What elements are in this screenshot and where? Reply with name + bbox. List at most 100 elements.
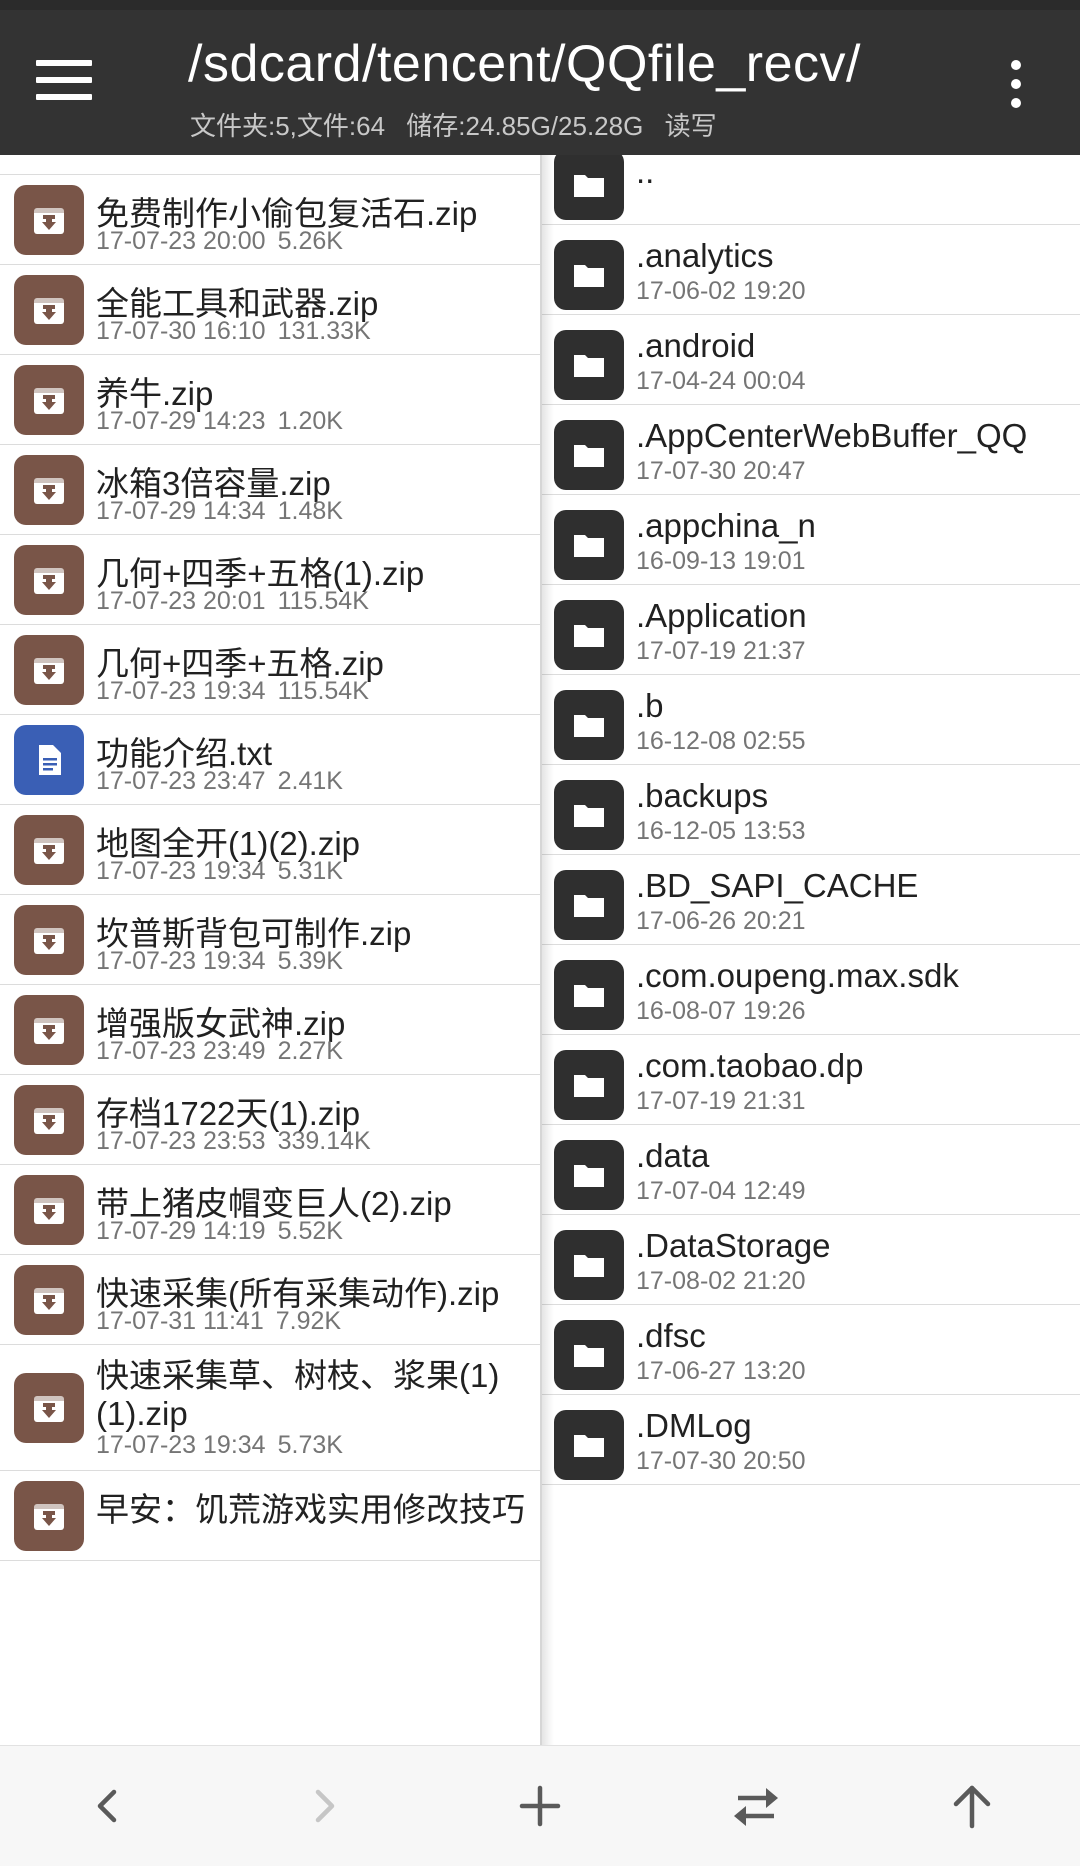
zip-archive-icon xyxy=(14,1481,84,1551)
file-row[interactable]: 存档1722天(1).zip 17-07-23 23:53 339.14K xyxy=(0,1075,540,1165)
zip-archive-icon xyxy=(14,995,84,1065)
zip-archive-icon xyxy=(14,635,84,705)
right-file-pane[interactable]: .. .analytics 17-06-02 19:20 .android 17-04-… xyxy=(542,155,1080,1745)
file-date: 17-07-23 19:34 xyxy=(96,857,266,885)
file-date: 17-07-23 23:49 xyxy=(96,1037,266,1065)
file-row[interactable]: 几何+四季+五格(1).zip 17-07-23 20:01 115.54K xyxy=(0,535,540,625)
folder-row[interactable]: .data 17-07-04 12:49 xyxy=(542,1125,1080,1215)
folder-date: 16-12-05 13:53 xyxy=(636,817,806,845)
bottom-toolbar xyxy=(0,1745,1080,1866)
folder-icon xyxy=(554,1050,624,1120)
folder-row[interactable]: .AppCenterWebBuffer_QQ 17-07-30 20:47 xyxy=(542,405,1080,495)
forward-icon[interactable] xyxy=(294,1776,354,1836)
file-row[interactable]: 冰箱3倍容量.zip 17-07-29 14:34 1.48K xyxy=(0,445,540,535)
status-bar xyxy=(0,0,1080,10)
folder-date: 17-07-30 20:47 xyxy=(636,457,806,485)
zip-archive-icon xyxy=(14,185,84,255)
list-item-partial[interactable] xyxy=(0,155,540,175)
file-date: 17-07-23 19:34 xyxy=(96,1431,266,1459)
file-row[interactable]: 免费制作小偷包复活石.zip 17-07-23 20:00 5.26K xyxy=(0,175,540,265)
file-row[interactable]: 养牛.zip 17-07-29 14:23 1.20K xyxy=(0,355,540,445)
file-size: 2.27K xyxy=(277,1037,343,1065)
file-size: 5.26K xyxy=(277,227,343,255)
folder-row[interactable]: .DMLog 17-07-30 20:50 xyxy=(542,1395,1080,1485)
folder-row[interactable]: .analytics 17-06-02 19:20 xyxy=(542,225,1080,315)
file-meta: 17-07-23 20:00 5.26K xyxy=(96,227,355,256)
folder-name: .analytics xyxy=(636,237,774,274)
zip-archive-icon xyxy=(14,545,84,615)
zip-archive-icon xyxy=(14,275,84,345)
file-size: 1.20K xyxy=(277,407,343,435)
folder-name: .android xyxy=(636,327,756,364)
file-meta: 17-07-29 14:23 1.20K xyxy=(96,407,355,436)
more-options-icon[interactable] xyxy=(1004,60,1028,116)
file-date: 17-07-29 14:19 xyxy=(96,1217,266,1245)
file-size: 5.39K xyxy=(277,947,343,975)
folder-row[interactable]: .Application 17-07-19 21:37 xyxy=(542,585,1080,675)
zip-archive-icon xyxy=(14,365,84,435)
file-meta: 17-07-23 23:47 2.41K xyxy=(96,767,355,796)
file-size: 115.54K xyxy=(277,677,369,705)
file-meta: 17-07-29 14:34 1.48K xyxy=(96,497,355,526)
path-title: /sdcard/tencent/QQfile_recv/ xyxy=(188,35,861,93)
folder-name: .. xyxy=(636,155,655,190)
file-date: 17-07-29 14:23 xyxy=(96,407,266,435)
file-name: 早安：饥荒游戏实用修改技巧 xyxy=(96,1491,525,1528)
folder-row[interactable]: .com.oupeng.max.sdk 16-08-07 19:26 xyxy=(542,945,1080,1035)
file-meta: 17-07-23 23:53 339.14K xyxy=(96,1127,383,1156)
storage-usage: 储存:24.85G/25.28G xyxy=(406,111,644,141)
file-row[interactable]: 增强版女武神.zip 17-07-23 23:49 2.27K xyxy=(0,985,540,1075)
file-row[interactable]: 全能工具和武器.zip 17-07-30 16:10 131.33K xyxy=(0,265,540,355)
folder-icon xyxy=(554,330,624,400)
folder-icon xyxy=(554,240,624,310)
folder-row[interactable]: .appchina_n 16-09-13 19:01 xyxy=(542,495,1080,585)
folder-row[interactable]: .b 16-12-08 02:55 xyxy=(542,675,1080,765)
file-date: 17-07-23 20:01 xyxy=(96,587,266,615)
file-size: 5.73K xyxy=(277,1431,343,1459)
file-date: 17-07-23 23:47 xyxy=(96,767,266,795)
file-row[interactable]: 功能介绍.txt 17-07-23 23:47 2.41K xyxy=(0,715,540,805)
file-size: 5.31K xyxy=(277,857,343,885)
folder-row[interactable]: .com.taobao.dp 17-07-19 21:31 xyxy=(542,1035,1080,1125)
file-name: 快速采集草、树枝、浆果(1)(1).zip xyxy=(96,1357,500,1432)
file-row[interactable]: 早安：饥荒游戏实用修改技巧 xyxy=(0,1471,540,1561)
folder-icon xyxy=(554,510,624,580)
file-row[interactable]: 地图全开(1)(2).zip 17-07-23 19:34 5.31K xyxy=(0,805,540,895)
folder-date: 17-07-04 12:49 xyxy=(636,1177,806,1205)
zip-archive-icon xyxy=(14,905,84,975)
file-row[interactable]: 快速采集(所有采集动作).zip 17-07-31 11:41 7.92K xyxy=(0,1255,540,1345)
file-row[interactable]: 快速采集草、树枝、浆果(1)(1).zip 17-07-23 19:34 5.73K xyxy=(0,1345,540,1471)
add-icon[interactable] xyxy=(510,1776,570,1836)
folder-date: 17-08-02 21:20 xyxy=(636,1267,806,1295)
folder-icon xyxy=(554,1230,624,1300)
file-date: 17-07-23 19:34 xyxy=(96,947,266,975)
folder-name: .appchina_n xyxy=(636,507,816,544)
folder-name: .dfsc xyxy=(636,1317,706,1354)
left-file-pane[interactable]: 免费制作小偷包复活石.zip 17-07-23 20:00 5.26K 全能工具和武器… xyxy=(0,155,540,1745)
folder-row[interactable]: .DataStorage 17-08-02 21:20 xyxy=(542,1215,1080,1305)
file-row[interactable]: 坎普斯背包可制作.zip 17-07-23 19:34 5.39K xyxy=(0,895,540,985)
folder-row[interactable]: .android 17-04-24 00:04 xyxy=(542,315,1080,405)
folder-name: .com.oupeng.max.sdk xyxy=(636,957,959,994)
file-meta: 17-07-23 19:34 5.73K xyxy=(96,1431,355,1460)
back-icon[interactable] xyxy=(78,1776,138,1836)
file-row[interactable]: 带上猪皮帽变巨人(2).zip 17-07-29 14:19 5.52K xyxy=(0,1165,540,1255)
file-count: 文件夹:5,文件:64 xyxy=(190,111,386,141)
file-size: 2.41K xyxy=(277,767,343,795)
folder-row[interactable]: .backups 16-12-05 13:53 xyxy=(542,765,1080,855)
zip-archive-icon xyxy=(14,815,84,885)
folder-row[interactable]: .. xyxy=(542,155,1080,225)
folder-date: 17-04-24 00:04 xyxy=(636,367,806,395)
file-row[interactable]: 几何+四季+五格.zip 17-07-23 19:34 115.54K xyxy=(0,625,540,715)
swap-icon[interactable] xyxy=(726,1776,786,1836)
menu-icon[interactable] xyxy=(36,60,92,104)
folder-row[interactable]: .BD_SAPI_CACHE 17-06-26 20:21 xyxy=(542,855,1080,945)
folder-date: 17-07-30 20:50 xyxy=(636,1447,806,1475)
file-date: 17-07-23 23:53 xyxy=(96,1127,266,1155)
folder-date: 16-08-07 19:26 xyxy=(636,997,806,1025)
folder-date: 17-06-02 19:20 xyxy=(636,277,806,305)
folder-row[interactable]: .dfsc 17-06-27 13:20 xyxy=(542,1305,1080,1395)
file-size: 115.54K xyxy=(277,587,369,615)
up-icon[interactable] xyxy=(942,1776,1002,1836)
folder-icon xyxy=(554,690,624,760)
